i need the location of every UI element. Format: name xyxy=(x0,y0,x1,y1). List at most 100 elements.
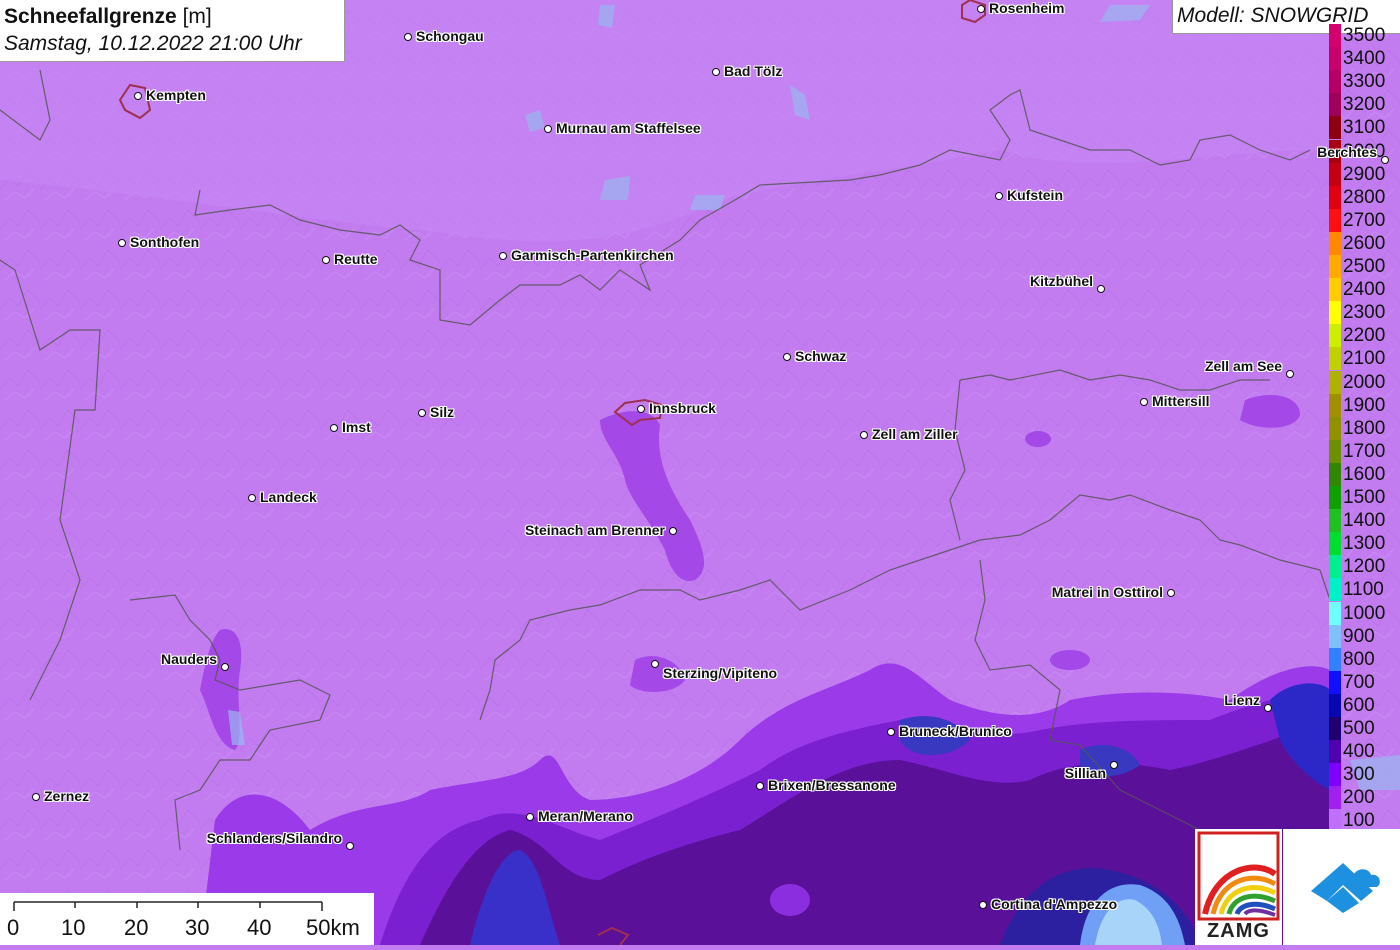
city-label: Bruneck/Brunico xyxy=(899,723,1012,739)
legend-item: 200 xyxy=(1329,786,1400,810)
city-label: Zernez xyxy=(44,788,90,804)
legend-label: 1100 xyxy=(1343,579,1384,601)
spot-zone-3 xyxy=(770,884,810,916)
legend-item: 2700 xyxy=(1329,208,1400,232)
legend-swatch xyxy=(1329,208,1341,232)
city-marker-icon xyxy=(544,125,552,133)
legend-swatch xyxy=(1329,116,1341,140)
legend-swatch xyxy=(1329,47,1341,71)
city-marker-icon xyxy=(248,494,256,502)
legend-label: 2800 xyxy=(1343,186,1386,208)
city-label: Imst xyxy=(342,419,371,435)
city-label: Nauders xyxy=(160,651,217,667)
legend-item: 600 xyxy=(1329,693,1400,717)
legend-item: 1800 xyxy=(1329,416,1400,440)
city-marker-icon xyxy=(1140,398,1148,406)
legend-swatch xyxy=(1329,255,1341,279)
legend-item: 900 xyxy=(1329,624,1400,648)
legend-label: 1300 xyxy=(1343,533,1386,555)
legend-swatch xyxy=(1329,24,1341,48)
city-marker-icon xyxy=(637,405,645,413)
legend-swatch xyxy=(1329,301,1341,325)
legend-swatch xyxy=(1329,70,1341,94)
legend-swatch xyxy=(1329,231,1341,255)
legend-swatch xyxy=(1329,717,1341,741)
scale-label-30: 30 xyxy=(185,915,210,940)
legend-label: 2600 xyxy=(1343,232,1386,254)
city-label: Lienz xyxy=(1224,692,1260,708)
city-marker-icon xyxy=(346,842,354,850)
legend-swatch xyxy=(1329,601,1341,625)
city-label: Zell am See xyxy=(1204,358,1282,374)
city-marker-icon xyxy=(32,793,40,801)
legend-label: 1200 xyxy=(1343,556,1386,578)
legend-label: 2400 xyxy=(1343,279,1386,301)
legend-swatch xyxy=(1329,578,1341,602)
snowfall-map[interactable] xyxy=(0,0,1400,945)
zamg-rainbow-icon xyxy=(1197,831,1280,921)
legend-swatch xyxy=(1329,462,1341,486)
legend-swatch xyxy=(1329,693,1341,717)
legend-item: 2300 xyxy=(1329,301,1400,325)
scale-label-50km: 50km xyxy=(306,915,360,940)
city-label: Sillian xyxy=(1064,765,1106,781)
legend-item: 1100 xyxy=(1329,578,1400,602)
city-marker-icon xyxy=(979,901,987,909)
city-marker-icon xyxy=(1097,285,1105,293)
legend-item: 2500 xyxy=(1329,255,1400,279)
city-marker-icon xyxy=(783,353,791,361)
legend-swatch xyxy=(1329,347,1341,371)
legend-label: 2000 xyxy=(1343,371,1386,393)
legend-swatch xyxy=(1329,93,1341,117)
legend-label: 1400 xyxy=(1343,510,1386,532)
legend-swatch xyxy=(1329,439,1341,463)
legend-swatch xyxy=(1329,624,1341,648)
city-marker-icon xyxy=(499,252,507,260)
legend-label: 600 xyxy=(1343,694,1375,716)
legend-swatch xyxy=(1329,185,1341,209)
legend-label: 400 xyxy=(1343,741,1375,763)
map-title: Schneefallgrenze [m] xyxy=(4,3,344,30)
city-label: Reutte xyxy=(334,251,378,267)
city-marker-icon xyxy=(221,663,229,671)
legend-label: 1700 xyxy=(1343,440,1386,462)
legend-swatch xyxy=(1329,393,1341,417)
legend-item: 2900 xyxy=(1329,162,1400,186)
legend-label: 3200 xyxy=(1343,94,1386,116)
snowgrid-cloud-icon xyxy=(1311,863,1380,913)
city-label: Innsbruck xyxy=(649,400,716,416)
city-label: Bad Tölz xyxy=(724,63,783,79)
legend-label: 3400 xyxy=(1343,48,1386,70)
city-marker-icon xyxy=(1110,761,1118,769)
city-marker-icon xyxy=(134,92,142,100)
city-label: Rosenheim xyxy=(989,0,1065,16)
zell-zone xyxy=(1240,395,1300,428)
legend-swatch xyxy=(1329,278,1341,302)
snowgrid-logo xyxy=(1283,829,1400,945)
city-label: Kempten xyxy=(146,87,206,103)
legend-item: 1600 xyxy=(1329,462,1400,486)
city-label: Landeck xyxy=(260,489,317,505)
legend-item: 2200 xyxy=(1329,324,1400,348)
legend-item: 3300 xyxy=(1329,70,1400,94)
scale-label-10: 10 xyxy=(61,915,86,940)
legend-item: 300 xyxy=(1329,763,1400,787)
map-title-box: Schneefallgrenze [m] Samstag, 10.12.2022… xyxy=(0,0,345,62)
legend-item: 3200 xyxy=(1329,93,1400,117)
variable-name: Schneefallgrenze xyxy=(4,5,177,28)
legend-label: 2200 xyxy=(1343,325,1386,347)
legend-label: 900 xyxy=(1343,625,1375,647)
city-label: Meran/Merano xyxy=(538,808,633,824)
legend-item: 1000 xyxy=(1329,601,1400,625)
city-marker-icon xyxy=(322,256,330,264)
legend-label: 3500 xyxy=(1343,25,1386,46)
city-label: Zell am Ziller xyxy=(872,426,958,442)
city-marker-icon xyxy=(712,68,720,76)
legend-label: 1800 xyxy=(1343,417,1386,439)
city-label: Schwaz xyxy=(795,348,847,364)
scale-label-0: 0 xyxy=(7,915,20,940)
legend-swatch xyxy=(1329,532,1341,556)
city-label: Berchtes xyxy=(1317,144,1377,160)
city-label: Murnau am Staffelsee xyxy=(556,120,701,136)
city-label: Sterzing/Vipiteno xyxy=(663,665,778,681)
